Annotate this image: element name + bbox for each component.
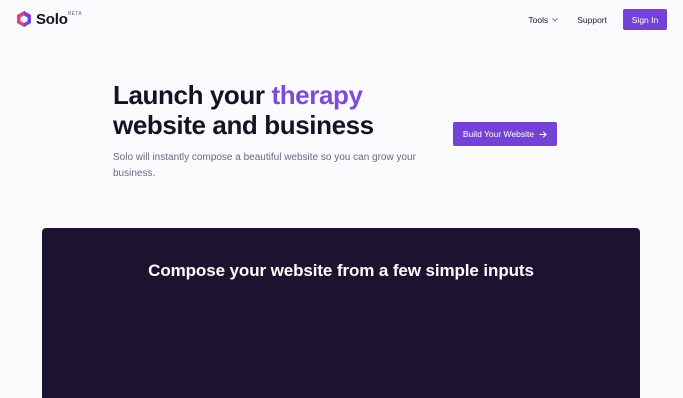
- brand[interactable]: Solo BETA: [16, 10, 82, 28]
- hero-subtitle: Solo will instantly compose a beautiful …: [113, 152, 416, 179]
- hero-title: Launch your therapy website and business: [113, 80, 374, 140]
- hero-title-part1: Launch your: [113, 80, 272, 110]
- chevron-down-icon: [552, 17, 559, 22]
- build-website-label: Build Your Website: [462, 129, 535, 139]
- nav-support-link[interactable]: Support: [577, 15, 607, 25]
- panel-title: Compose your website from a few simple i…: [148, 261, 534, 280]
- arrow-right-icon: [539, 130, 547, 138]
- hero-title-accent: therapy: [271, 80, 363, 110]
- nav-tools-menu[interactable]: Tools: [528, 14, 559, 25]
- hero-title-part2: website and business: [113, 110, 374, 140]
- compose-panel: Compose your website from a few simple i…: [42, 228, 640, 398]
- top-nav: Solo BETA Tools Support Sign In: [0, 0, 683, 40]
- solo-logo-icon: [17, 11, 31, 27]
- nav-links: Tools Support Sign In: [528, 9, 667, 30]
- build-website-button[interactable]: Build Your Website: [453, 122, 557, 146]
- nav-tools-label: Tools: [528, 14, 549, 25]
- beta-badge: BETA: [68, 11, 82, 17]
- sign-in-button[interactable]: Sign In: [623, 9, 667, 30]
- nav-support-label: Support: [577, 14, 607, 25]
- brand-name: Solo: [36, 10, 68, 28]
